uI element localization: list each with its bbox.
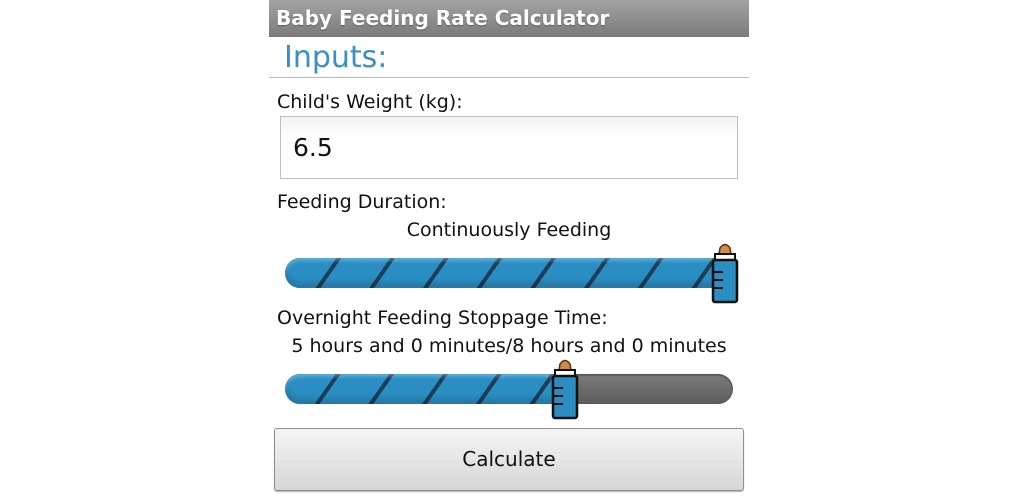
slider-fill bbox=[285, 258, 733, 288]
app-screen: Baby Feeding Rate Calculator Inputs: Chi… bbox=[269, 0, 749, 500]
overnight-stoppage-label: Overnight Feeding Stoppage Time: bbox=[277, 307, 608, 329]
overnight-stoppage-value: 5 hours and 0 minutes/8 hours and 0 minu… bbox=[291, 335, 727, 357]
weight-input[interactable]: 6.5 bbox=[280, 116, 738, 179]
baby-bottle-icon[interactable] bbox=[549, 358, 581, 420]
feeding-duration-value: Continuously Feeding bbox=[406, 219, 612, 241]
app-title: Baby Feeding Rate Calculator bbox=[276, 6, 610, 30]
inputs-section-title: Inputs: bbox=[284, 40, 388, 75]
calculate-button[interactable]: Calculate bbox=[274, 428, 744, 491]
calculate-button-label: Calculate bbox=[462, 447, 556, 471]
baby-bottle-icon[interactable] bbox=[709, 242, 741, 304]
slider-fill bbox=[285, 374, 571, 404]
section-divider bbox=[269, 77, 749, 78]
feeding-duration-label: Feeding Duration: bbox=[277, 191, 447, 213]
app-title-bar: Baby Feeding Rate Calculator bbox=[269, 0, 749, 37]
weight-input-value: 6.5 bbox=[293, 133, 333, 162]
weight-label: Child's Weight (kg): bbox=[277, 91, 463, 113]
overnight-stoppage-slider[interactable] bbox=[285, 359, 733, 420]
feeding-duration-slider[interactable] bbox=[285, 243, 739, 304]
